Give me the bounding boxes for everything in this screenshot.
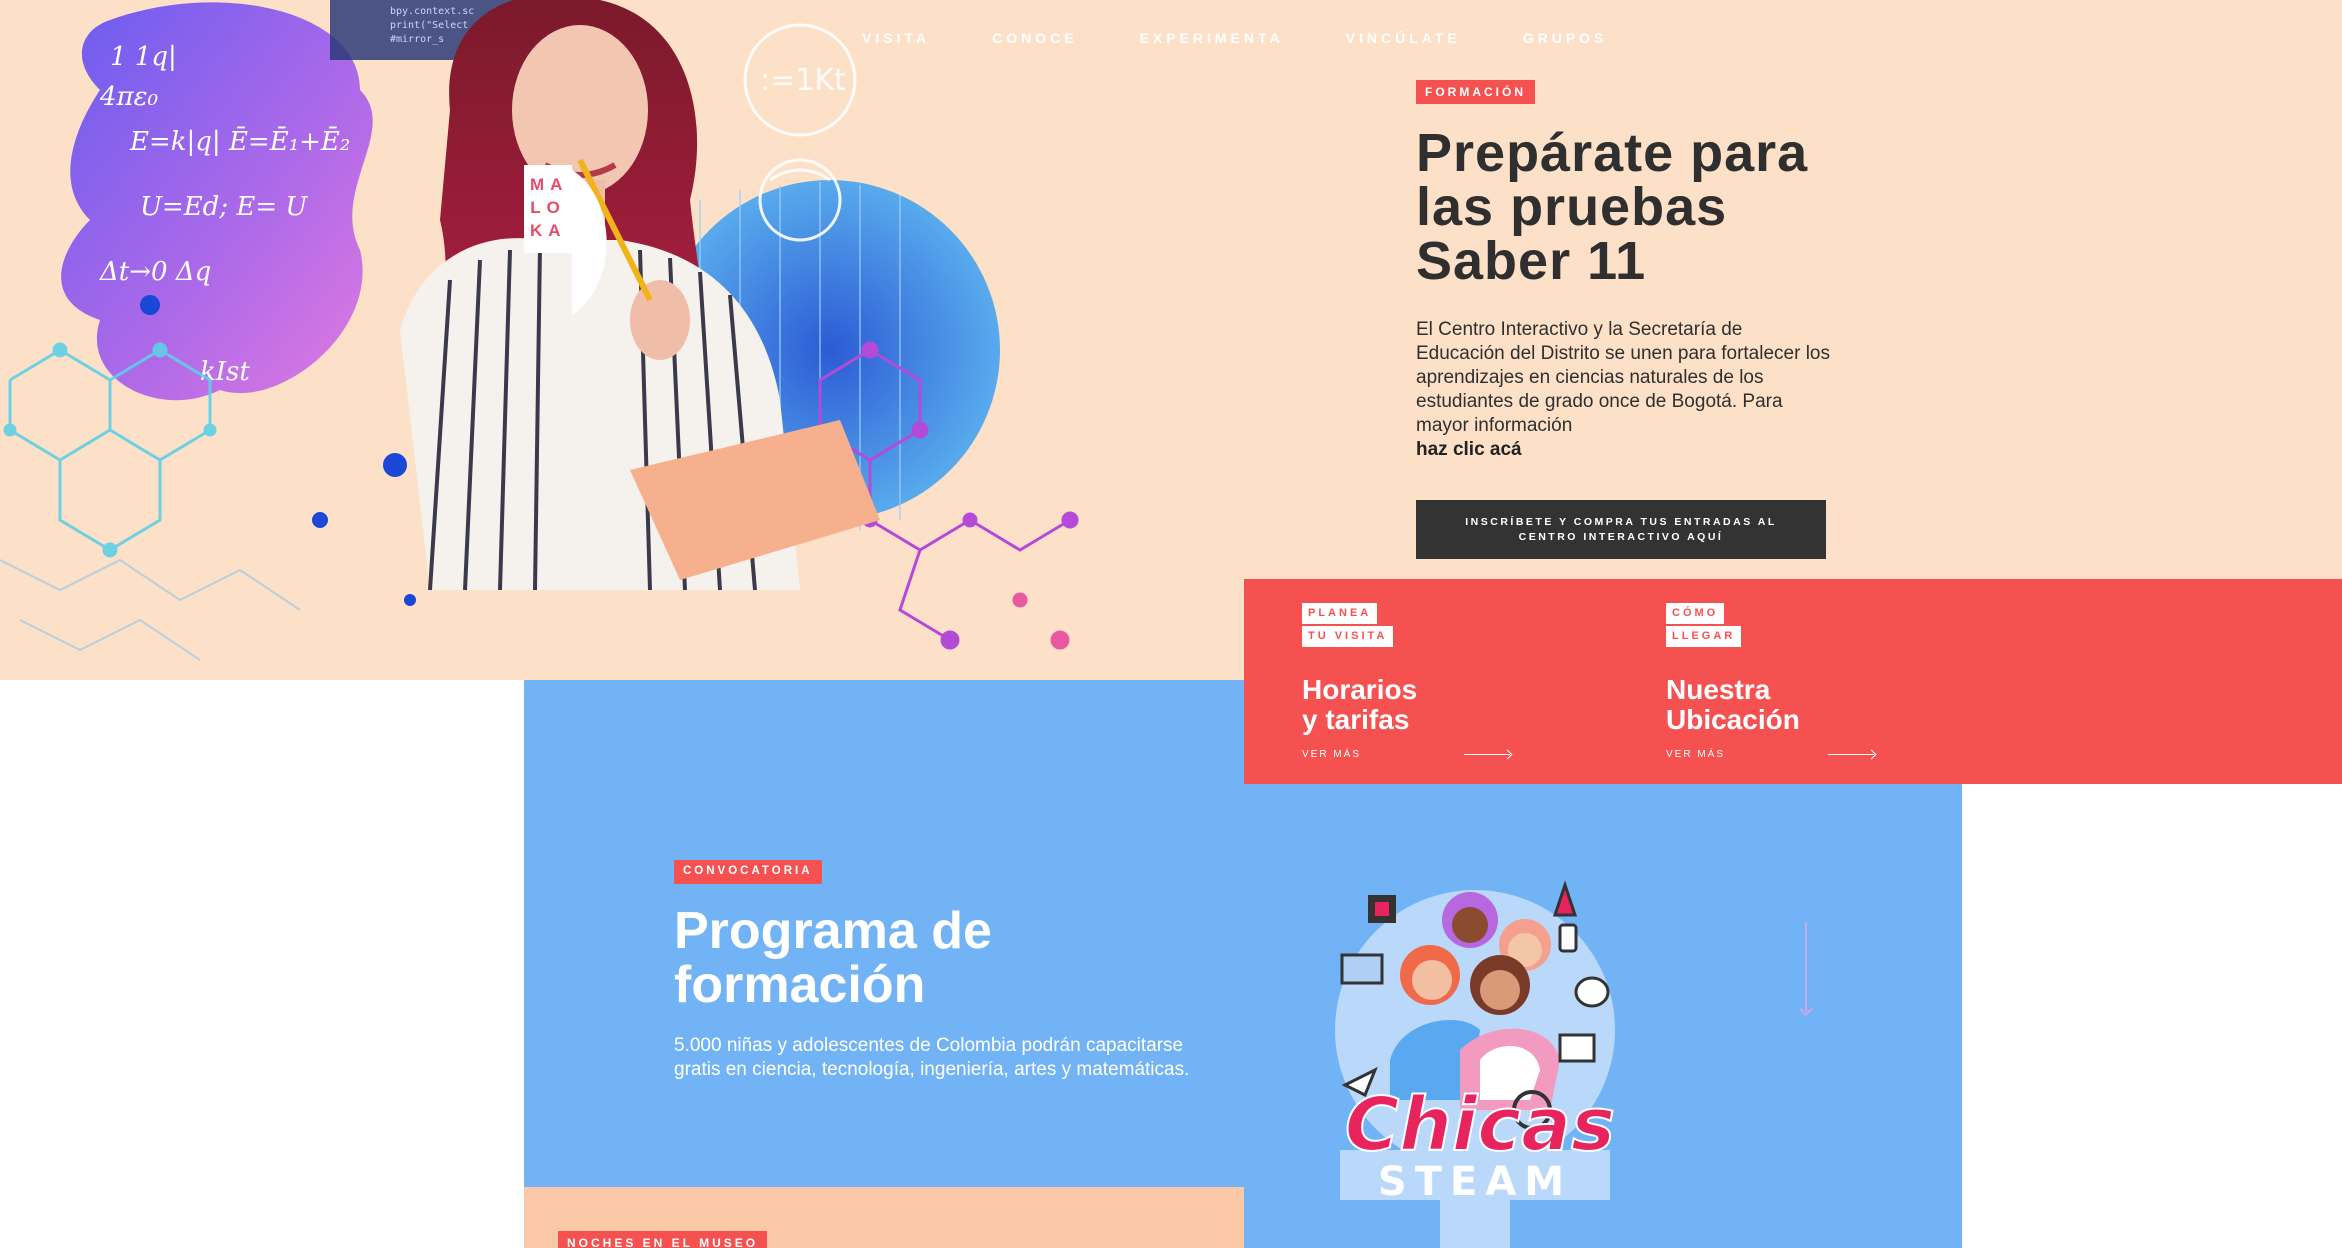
svg-text:kIst: kIst [200,357,250,387]
chicas-steam-logo-icon: Chicas STEAM [1335,880,1616,1248]
hero-section: 1 1q| 4πε₀ E=k|q| Ē=Ē₁+Ē₂ U=Ed; E= U Δt→… [0,0,2342,680]
svg-text:STEAM: STEAM [1378,1159,1572,1205]
arrow-right-icon [1464,750,1512,760]
svg-text:Δt→0 Δq: Δt→0 Δq [99,257,211,287]
nav-item-experimenta[interactable]: EXPERIMENTA [1140,30,1284,46]
svg-text:E=k|q| Ē=Ē₁+Ē₂: E=k|q| Ē=Ē₁+Ē₂ [129,126,350,157]
program-tag: CONVOCATORIA [674,860,822,884]
hero-more-link[interactable]: haz clic acá [1416,438,1836,462]
night-tag: NOCHES EN EL MUSEO [558,1231,768,1248]
register-button[interactable]: INSCRÍBETE Y COMPRA TUS ENTRADAS AL CENT… [1416,500,1826,559]
scroll-down-icon[interactable] [1805,922,1807,1012]
hero-title: Prepárate para las pruebas Saber 11 [1416,123,1809,291]
chicas-steam-illustration[interactable]: Chicas STEAM [1320,870,1640,1248]
location-tag: CÓMO LLEGAR [1666,603,1906,647]
visit-info-block: PLANEA TU VISITA Horarios y tarifas VER … [1244,579,2342,784]
logo-letters: MA LO KA [530,175,569,240]
svg-text::=1Kt: :=1Kt [760,63,846,98]
arrow-right-icon [1828,750,1876,760]
nav-item-visita[interactable]: VISITA [862,30,930,46]
svg-text:print("Select: print("Select [390,20,468,31]
night-section-preview[interactable]: NOCHES EN EL MUSEO [524,1187,1244,1248]
schedule-title: Horarios y tarifas [1302,674,1418,735]
hero-illustration: 1 1q| 4πε₀ E=k|q| Ē=Ē₁+Ē₂ U=Ed; E= U Δt→… [0,0,1079,661]
nav-item-conoce[interactable]: CONOCE [992,30,1077,46]
schedule-tag: PLANEA TU VISITA [1302,603,1542,647]
schedule-more-link[interactable]: VER MÁS [1302,749,1512,760]
hero-tag: FORMACIÓN [1416,80,1535,104]
hero-content: FORMACIÓN Prepárate para las pruebas Sab… [1416,80,1856,462]
schedule-card[interactable]: PLANEA TU VISITA Horarios y tarifas VER … [1302,603,1542,760]
svg-text:1 1q|: 1 1q| [110,42,177,72]
location-more-link[interactable]: VER MÁS [1666,749,1876,760]
nav-item-vinculate[interactable]: VINCÚLATE [1346,30,1461,46]
program-description: 5.000 niñas y adolescentes de Colombia p… [674,1034,1190,1080]
nav-item-grupos[interactable]: GRUPOS [1523,30,1608,46]
svg-text:U=Ed; E= U: U=Ed; E= U [140,192,308,222]
main-nav: VISITA CONOCE EXPERIMENTA VINCÚLATE GRUP… [862,30,1607,46]
svg-text:4πε₀: 4πε₀ [99,82,159,112]
program-title[interactable]: Programa de formación [674,904,1214,1012]
svg-text:#mirror_s: #mirror_s [390,34,444,45]
location-title: Nuestra Ubicación [1666,674,1800,735]
maloka-logo[interactable]: MA LO KA [524,165,644,315]
location-card[interactable]: CÓMO LLEGAR Nuestra Ubicación VER MÁS [1666,603,1906,760]
svg-text:Chicas: Chicas [1345,1082,1615,1168]
hero-description: El Centro Interactivo y la Secretaría de… [1416,318,1836,462]
program-content: CONVOCATORIA Programa de formación 5.000… [674,860,1214,1082]
svg-text:bpy.context.sc: bpy.context.sc [390,6,474,17]
